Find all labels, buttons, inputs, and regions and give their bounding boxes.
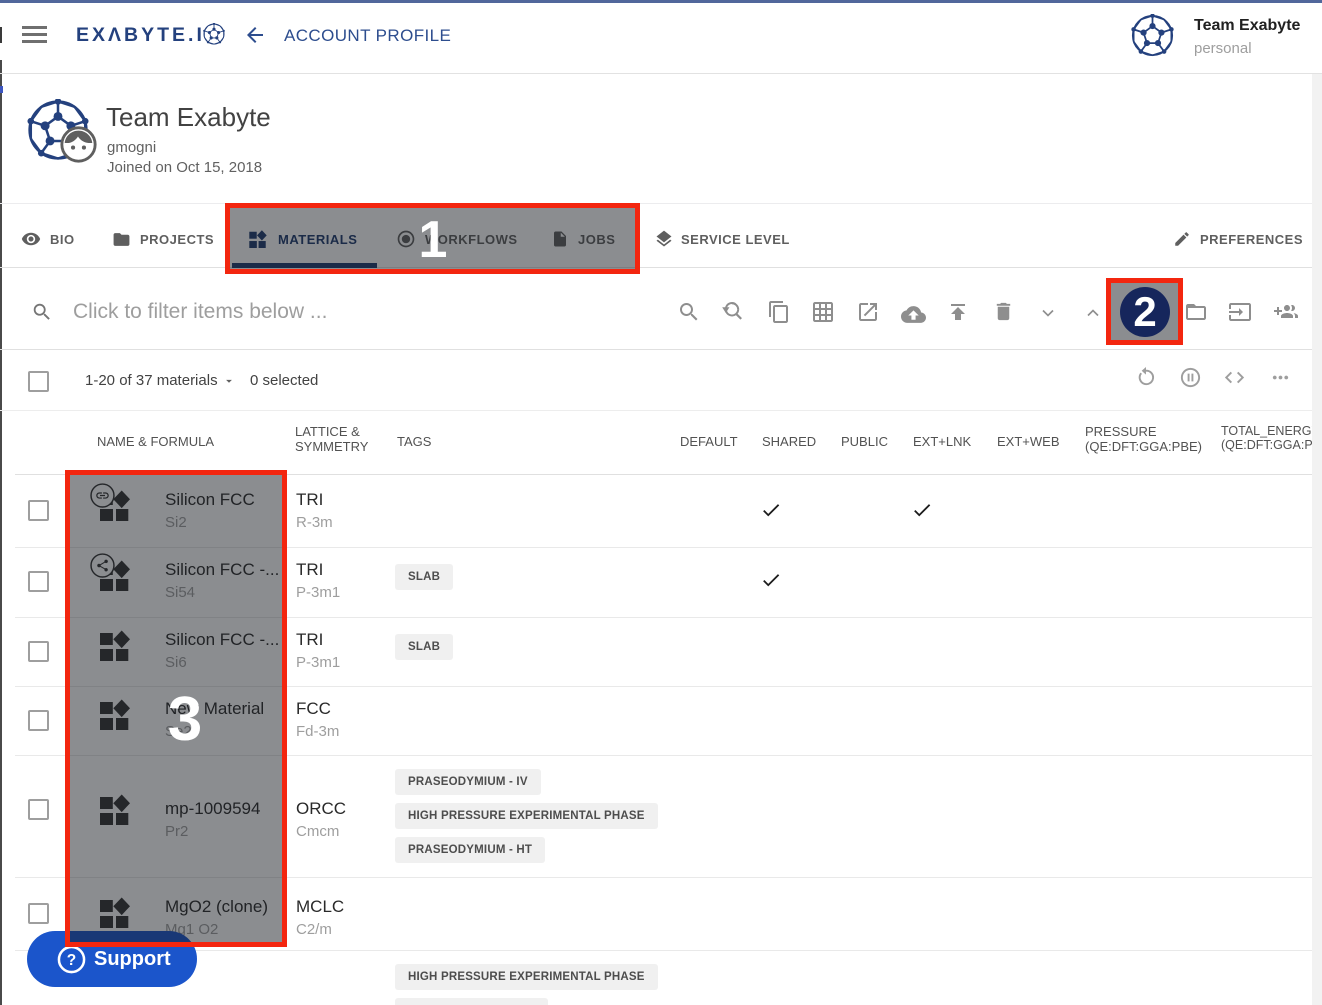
svg-text:?: ?: [67, 952, 76, 969]
